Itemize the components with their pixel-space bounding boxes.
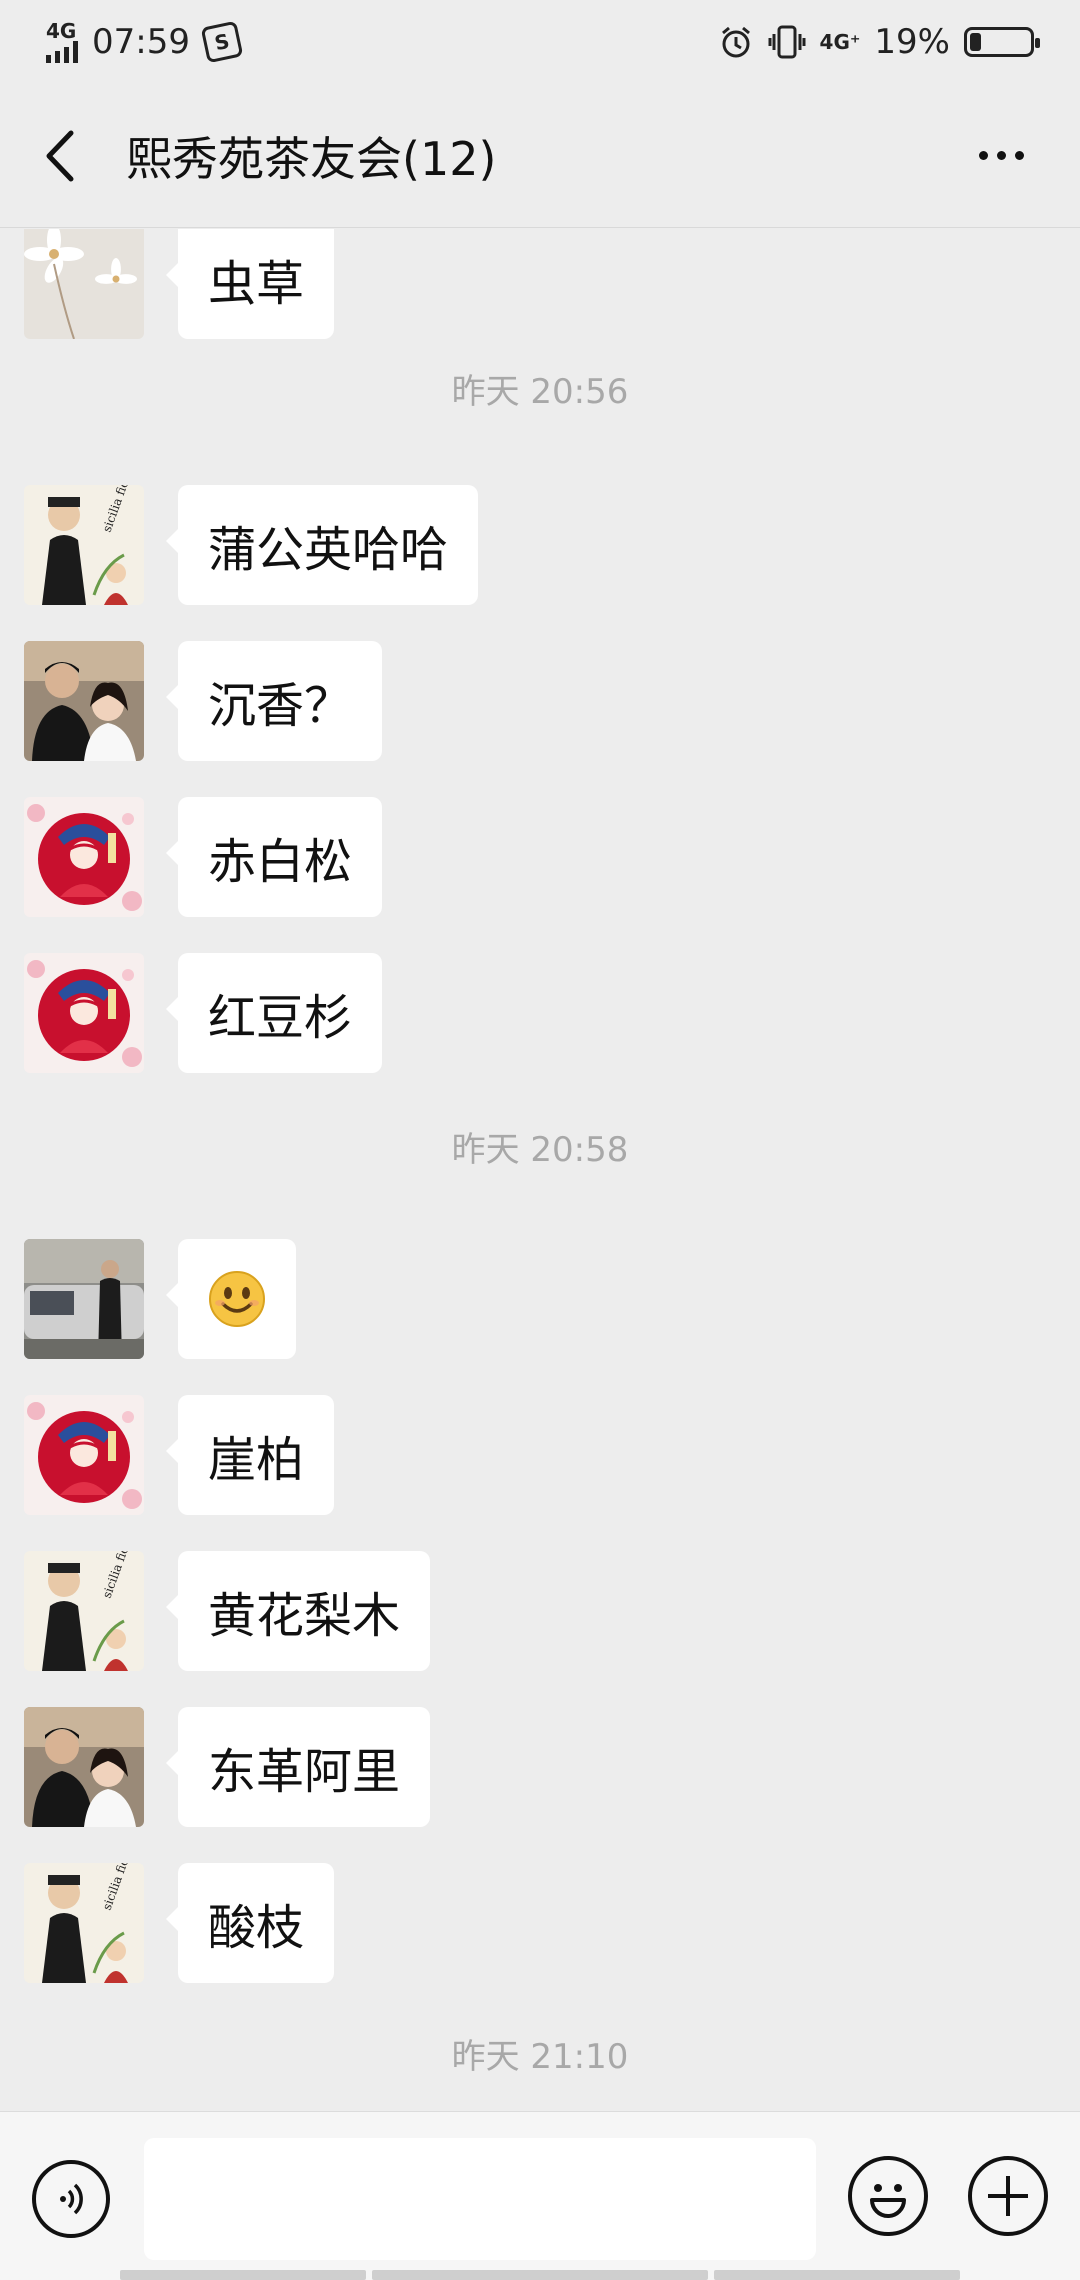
message-row: 东革阿里 xyxy=(24,1707,431,1827)
timestamp: 昨天 20:58 xyxy=(451,1130,629,1170)
plus-icon[interactable] xyxy=(968,2156,1048,2236)
message-text: 赤白松 xyxy=(208,834,353,890)
message-text: 虫草 xyxy=(208,256,305,312)
message-bubble[interactable]: 虫草 xyxy=(165,229,335,339)
voice-icon xyxy=(60,2183,83,2215)
avatar[interactable]: sicilia fiori xyxy=(24,1863,144,1983)
message-text: 红豆杉 xyxy=(208,990,353,1046)
avatar[interactable] xyxy=(24,1707,144,1827)
sogou-s-icon: S xyxy=(200,20,244,64)
avatar[interactable] xyxy=(24,641,144,761)
vibrate-icon xyxy=(768,25,806,59)
nav-handle-center xyxy=(372,2270,708,2280)
signal-icon: 4G xyxy=(46,21,78,63)
emoji-button[interactable] xyxy=(848,2156,928,2236)
message-bubble[interactable]: 东革阿里 xyxy=(165,1707,431,1827)
avatar[interactable] xyxy=(24,1395,144,1515)
input-bar xyxy=(0,2111,1080,2280)
nav-handle-right xyxy=(714,2270,960,2280)
network-type-label: 4G xyxy=(46,19,77,43)
avatar[interactable] xyxy=(24,1239,144,1359)
smile-emoji-icon xyxy=(208,1270,266,1328)
message-text: 东革阿里 xyxy=(208,1744,401,1800)
avatar[interactable] xyxy=(24,953,144,1073)
message-row: 虫草 xyxy=(24,229,335,339)
chat-header: 熙秀苑茶友会(12) xyxy=(0,84,1080,228)
battery-icon xyxy=(964,27,1040,57)
network-type-right: 4G⁺ xyxy=(819,30,861,54)
timestamp: 昨天 21:10 xyxy=(451,2037,629,2077)
message-bubble[interactable]: 崖柏 xyxy=(165,1395,335,1515)
voice-button[interactable] xyxy=(32,2160,110,2238)
message-bubble[interactable]: 红豆杉 xyxy=(165,953,383,1073)
message-bubble[interactable]: 酸枝 xyxy=(165,1863,335,1983)
message-text: 蒲公英哈哈 xyxy=(208,522,449,578)
message-row xyxy=(24,1239,296,1359)
alarm-icon xyxy=(721,26,750,58)
message-row: sicilia fiori 酸枝 xyxy=(24,1863,335,1983)
emoji-message-bubble[interactable] xyxy=(166,1239,296,1359)
message-row: 赤白松 xyxy=(24,797,383,917)
message-row: 沉香？ xyxy=(24,641,383,761)
status-right: 4G⁺ 19% xyxy=(718,22,1040,62)
avatar[interactable]: sicilia fiori xyxy=(24,1551,144,1671)
avatar[interactable] xyxy=(24,797,144,917)
chat-title: 熙秀苑茶友会(12) xyxy=(126,131,497,186)
avatar[interactable] xyxy=(24,229,144,339)
message-bubble[interactable]: 沉香？ xyxy=(165,641,383,761)
status-bar: 4G 07:59 S 4G⁺ 19% xyxy=(0,0,1080,84)
avatar[interactable]: sicilia fiori xyxy=(24,485,144,605)
message-bubble[interactable]: 黄花梨木 xyxy=(165,1551,431,1671)
battery-percent: 19% xyxy=(874,22,950,62)
message-text: 崖柏 xyxy=(208,1432,305,1488)
message-list[interactable]: 虫草昨天 20:56 sicilia fiori 蒲公英哈哈沉香？ 赤白松红豆杉昨天 … xyxy=(0,229,1080,2111)
timestamp: 昨天 20:56 xyxy=(451,372,629,412)
message-input[interactable] xyxy=(144,2138,816,2260)
more-icon[interactable] xyxy=(959,131,1044,180)
back-arrow-icon xyxy=(46,130,74,181)
status-left: 4G 07:59 S xyxy=(46,20,244,64)
message-row: 崖柏 xyxy=(24,1395,335,1515)
message-text: 沉香？ xyxy=(208,678,353,734)
emoji-icon xyxy=(870,2184,906,2218)
message-text: 黄花梨木 xyxy=(208,1588,401,1644)
message-bubble[interactable]: 赤白松 xyxy=(165,797,383,917)
clock: 07:59 xyxy=(92,22,190,62)
message-bubble[interactable]: 蒲公英哈哈 xyxy=(165,485,479,605)
back-button[interactable] xyxy=(36,126,84,186)
message-row: sicilia fiori 蒲公英哈哈 xyxy=(24,485,479,605)
message-row: 红豆杉 xyxy=(24,953,383,1073)
message-text: 酸枝 xyxy=(208,1900,305,1956)
nav-handle-left xyxy=(120,2270,366,2280)
message-row: sicilia fiori 黄花梨木 xyxy=(24,1551,431,1671)
